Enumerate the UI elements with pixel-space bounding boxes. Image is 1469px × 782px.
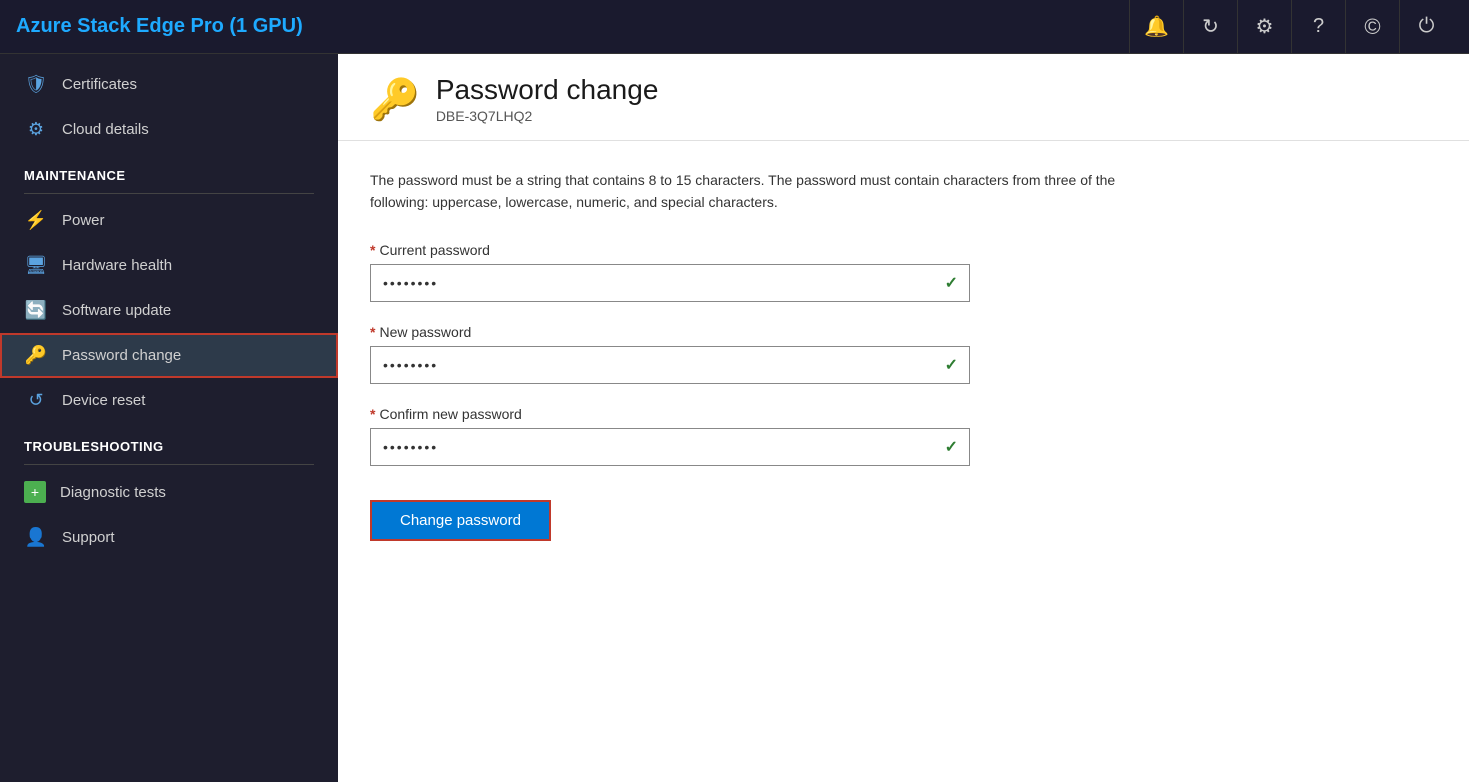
confirm-password-label-text: Confirm new password	[379, 406, 521, 422]
page-header-icon: 🔑	[370, 76, 420, 123]
confirm-password-required: *	[370, 406, 375, 422]
sidebar-item-certificates-label: Certificates	[62, 76, 137, 93]
sidebar-item-password-change[interactable]: 🔑 Password change	[0, 333, 338, 378]
sidebar-item-password-label: Password change	[62, 347, 181, 364]
hardware-icon: 🖥	[24, 255, 48, 276]
current-password-input[interactable]	[370, 264, 970, 302]
sidebar-item-reset-label: Device reset	[62, 392, 145, 409]
software-icon: 🔄	[24, 300, 48, 321]
sidebar-item-cloud-details[interactable]: ⚙ Cloud details	[0, 107, 338, 152]
current-password-label: * Current password	[370, 242, 970, 258]
current-password-group: * Current password ✓	[370, 242, 970, 302]
content-area: 🔑 Password change DBE-3Q7LHQ2 The passwo…	[338, 54, 1469, 782]
new-password-label: * New password	[370, 324, 970, 340]
page-header-text: Password change DBE-3Q7LHQ2	[436, 74, 659, 124]
sidebar-item-hardware-health[interactable]: 🖥 Hardware health	[0, 243, 338, 288]
change-password-button[interactable]: Change password	[370, 500, 551, 541]
description-text: The password must be a string that conta…	[370, 169, 1130, 214]
reset-icon: ↺	[24, 390, 48, 411]
support-icon: 👤	[24, 527, 48, 548]
confirm-password-checkmark: ✓	[945, 437, 958, 457]
power-icon[interactable]: ⏻	[1399, 0, 1453, 54]
sidebar-item-power[interactable]: ⚡ Power	[0, 198, 338, 243]
bell-icon[interactable]: 🔔	[1129, 0, 1183, 54]
current-password-input-wrapper: ✓	[370, 264, 970, 302]
sidebar-item-support[interactable]: 👤 Support	[0, 515, 338, 560]
sidebar-item-device-reset[interactable]: ↺ Device reset	[0, 378, 338, 423]
sidebar-item-certificates[interactable]: 🛡 Certificates	[0, 62, 338, 107]
cloud-icon: ⚙	[24, 119, 48, 140]
confirm-password-input-wrapper: ✓	[370, 428, 970, 466]
page-header: 🔑 Password change DBE-3Q7LHQ2	[338, 54, 1469, 141]
sidebar-item-software-label: Software update	[62, 302, 171, 319]
sidebar-item-power-label: Power	[62, 212, 105, 229]
diagnostic-icon: +	[24, 481, 46, 503]
troubleshooting-divider	[24, 464, 314, 465]
current-password-checkmark: ✓	[945, 273, 958, 293]
confirm-password-label: * Confirm new password	[370, 406, 970, 422]
key-icon: 🔑	[24, 345, 48, 366]
current-password-label-text: Current password	[379, 242, 490, 258]
page-subtitle: DBE-3Q7LHQ2	[436, 108, 659, 124]
new-password-required: *	[370, 324, 375, 340]
refresh-icon[interactable]: ↻	[1183, 0, 1237, 54]
form-content: The password must be a string that conta…	[338, 141, 1469, 569]
main-layout: 🛡 Certificates ⚙ Cloud details MAINTENAN…	[0, 54, 1469, 782]
page-title: Password change	[436, 74, 659, 106]
sidebar: 🛡 Certificates ⚙ Cloud details MAINTENAN…	[0, 54, 338, 782]
troubleshooting-section-label: TROUBLESHOOTING	[0, 423, 338, 460]
current-password-required: *	[370, 242, 375, 258]
help-icon[interactable]: ?	[1291, 0, 1345, 54]
confirm-password-group: * Confirm new password ✓	[370, 406, 970, 466]
maintenance-divider	[24, 193, 314, 194]
sidebar-item-diagnostic-tests[interactable]: + Diagnostic tests	[0, 469, 338, 515]
new-password-label-text: New password	[379, 324, 471, 340]
sidebar-item-diagnostic-label: Diagnostic tests	[60, 484, 166, 501]
new-password-checkmark: ✓	[945, 355, 958, 375]
settings-icon[interactable]: ⚙	[1237, 0, 1291, 54]
top-bar-icons: 🔔 ↻ ⚙ ? © ⏻	[1129, 0, 1453, 54]
sidebar-item-cloud-label: Cloud details	[62, 121, 149, 138]
new-password-group: * New password ✓	[370, 324, 970, 384]
sidebar-item-support-label: Support	[62, 529, 115, 546]
copyright-icon[interactable]: ©	[1345, 0, 1399, 54]
maintenance-section-label: MAINTENANCE	[0, 152, 338, 189]
top-bar: Azure Stack Edge Pro (1 GPU) 🔔 ↻ ⚙ ? © ⏻	[0, 0, 1469, 54]
new-password-input-wrapper: ✓	[370, 346, 970, 384]
sidebar-item-software-update[interactable]: 🔄 Software update	[0, 288, 338, 333]
power-nav-icon: ⚡	[24, 210, 48, 231]
certificates-icon: 🛡	[24, 74, 48, 95]
confirm-password-input[interactable]	[370, 428, 970, 466]
new-password-input[interactable]	[370, 346, 970, 384]
sidebar-item-hardware-label: Hardware health	[62, 257, 172, 274]
app-title: Azure Stack Edge Pro (1 GPU)	[16, 15, 303, 38]
